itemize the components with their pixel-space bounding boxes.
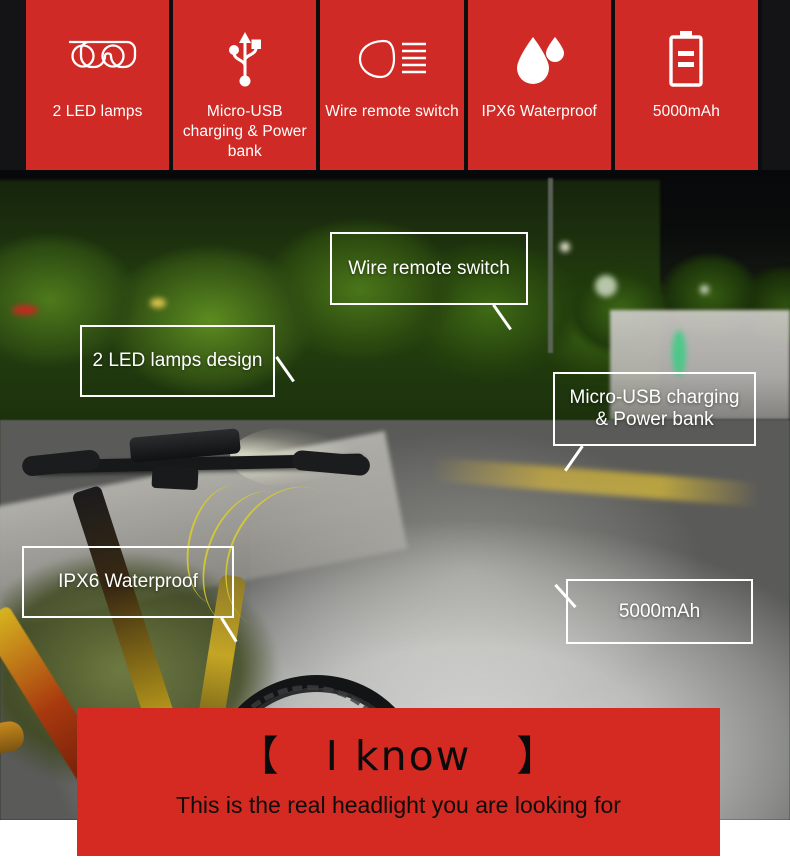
battery-icon [664,22,708,96]
banner-subtitle: This is the real headlight you are looki… [176,792,621,818]
city-light-dot [700,285,709,294]
product-feature-image: 2 LED lamps Micro-USB charging & Power b… [0,0,790,868]
city-light-dot [560,242,570,252]
feature-card-label: 5000mAh [652,103,720,120]
feature-card-label: 2 LED lamps [52,103,143,120]
callout-label: 5000mAh [618,600,701,622]
callout-2-led-lamps-design[interactable]: 2 LED lamps design [80,325,295,397]
callout-micro-usb-charging[interactable]: Micro-USB charging & Power bank [553,372,756,472]
callout-label: 2 LED lamps design [92,350,263,372]
callout-label-line-2: & Power bank [595,409,714,430]
lamp-post [548,178,553,353]
micro-usb-icon [223,22,267,96]
handlebar-stem [151,465,199,491]
water-drop-icon [511,22,567,96]
feature-card-ipx6-waterproof[interactable]: IPX6 Waterproof [467,0,611,172]
cta-banner[interactable]: 【 I know 】 This is the real headlight yo… [77,708,720,856]
callout-ipx6-waterproof[interactable]: IPX6 Waterproof [22,546,238,643]
two-led-lamps-icon [59,22,137,96]
feature-card-label: IPX6 Waterproof [481,103,597,120]
strip-right-gutter [762,0,790,172]
city-light-dot [595,275,617,297]
feature-card-micro-usb[interactable]: Micro-USB charging & Power bank [173,0,317,172]
callout-label-line-1: Micro-USB charging [569,387,740,409]
neon-green-light [672,330,686,376]
callout-label: IPX6 Waterproof [58,571,198,593]
rear-fender [0,719,27,761]
banner-headline: 【 I know 】 [237,732,560,780]
city-light-dot [12,305,38,315]
city-light-dot [150,298,166,308]
callout-wire-remote-switch[interactable]: Wire remote switch [330,232,528,331]
feature-card-wire-remote-switch[interactable]: Wire remote switch [320,0,464,172]
feature-card-5000mah[interactable]: 5000mAh [614,0,759,172]
strip-left-gutter [0,0,26,172]
feature-strip: 2 LED lamps Micro-USB charging & Power b… [0,0,790,172]
callout-5000mah[interactable]: 5000mAh [554,579,753,644]
handlebar-grip-left [21,448,101,478]
callout-label: Wire remote switch [348,257,510,279]
feature-card-2-led-lamps[interactable]: 2 LED lamps [26,0,170,172]
headlight-beam-icon [354,22,430,96]
feature-card-label: Micro-USB charging & Power bank [173,102,316,162]
feature-card-label: Wire remote switch [325,103,459,120]
